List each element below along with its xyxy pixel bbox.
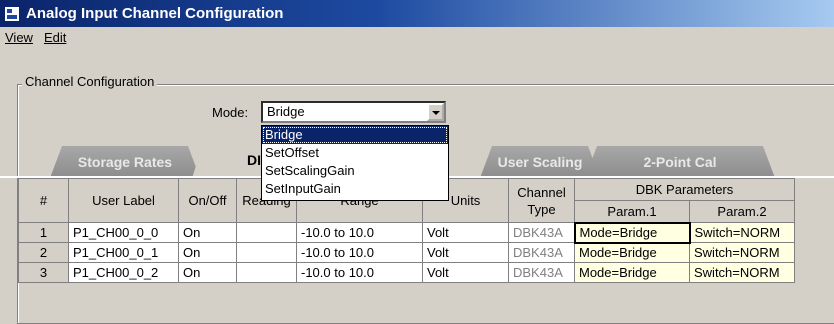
tab-2-point-cal[interactable]: 2-Point Cal [585,146,775,178]
cell-channel-type: DBK43A [508,262,575,283]
tab-user-scaling[interactable]: User Scaling [480,146,600,178]
col-header-param1[interactable]: Param.1 [574,200,690,223]
cell-param1[interactable]: Mode=Bridge [574,262,690,283]
col-header-param2[interactable]: Param.2 [689,200,795,223]
cell-param2[interactable]: Switch=NORM [689,242,795,263]
mode-select[interactable]: Bridge [261,101,446,123]
mode-option-setoffset[interactable]: SetOffset [262,144,448,162]
cell-units[interactable]: Volt [422,222,509,243]
table-row: 2 P1_CH00_0_1 On -10.0 to 10.0 Volt DBK4… [18,242,795,263]
mode-option-bridge[interactable]: Bridge [262,126,448,144]
mode-label: Mode: [212,105,249,120]
menu-bar: View Edit [0,27,834,47]
cell-range[interactable]: -10.0 to 10.0 [296,242,423,263]
cell-onoff[interactable]: On [178,222,237,243]
row-number[interactable]: 2 [18,242,69,263]
cell-channel-type: DBK43A [508,242,575,263]
group-label: Channel Configuration [22,74,158,89]
tab-label: User Scaling [497,154,583,170]
title-bar: Analog Input Channel Configuration [0,0,834,27]
mode-dropdown-list: Bridge SetOffset SetScalingGain SetInput… [261,125,449,201]
cell-user-label[interactable]: P1_CH00_0_0 [68,222,179,243]
menu-view-label: View [5,29,33,45]
col-header-user-label[interactable]: User Label [68,178,179,223]
cell-param1[interactable]: Mode=Bridge [573,221,691,244]
mode-option-setscalinggain[interactable]: SetScalingGain [262,162,448,180]
cell-units[interactable]: Volt [422,242,509,263]
tab-label: DI [247,152,261,168]
app-icon [4,5,20,22]
col-header-dbk-params[interactable]: DBK Parameters [574,178,795,201]
table-row: 1 P1_CH00_0_0 On -10.0 to 10.0 Volt DBK4… [18,221,795,244]
cell-units[interactable]: Volt [422,262,509,283]
cell-param2[interactable]: Switch=NORM [689,222,795,243]
mode-option-setinputgain[interactable]: SetInputGain [262,180,448,198]
menu-view[interactable]: View [0,30,39,45]
col-header-channel-type[interactable]: Channel Type [508,178,575,223]
cell-range[interactable]: -10.0 to 10.0 [296,222,423,243]
menu-edit-label: Edit [43,29,67,45]
cell-reading [236,262,297,283]
cell-reading [236,222,297,243]
table-row: 3 P1_CH00_0_2 On -10.0 to 10.0 Volt DBK4… [18,262,795,283]
cell-user-label[interactable]: P1_CH00_0_2 [68,262,179,283]
cell-user-label[interactable]: P1_CH00_0_1 [68,242,179,263]
chevron-down-icon[interactable] [427,103,444,121]
cell-channel-type: DBK43A [508,222,575,243]
cell-reading [236,242,297,263]
cell-range[interactable]: -10.0 to 10.0 [296,262,423,283]
cell-param1[interactable]: Mode=Bridge [574,242,690,263]
mode-select-value: Bridge [267,104,305,119]
cell-param2[interactable]: Switch=NORM [689,262,795,283]
tab-label: Storage Rates [77,154,173,170]
row-number[interactable]: 1 [18,222,69,243]
col-header-onoff[interactable]: On/Off [178,178,237,223]
cell-onoff[interactable]: On [178,242,237,263]
tab-label: 2-Point Cal [643,154,717,170]
cell-onoff[interactable]: On [178,262,237,283]
window-title: Analog Input Channel Configuration [26,5,284,22]
tab-storage-rates[interactable]: Storage Rates [50,146,200,178]
row-number[interactable]: 3 [18,262,69,283]
menu-edit[interactable]: Edit [39,30,72,45]
col-header-num[interactable]: # [18,178,69,223]
